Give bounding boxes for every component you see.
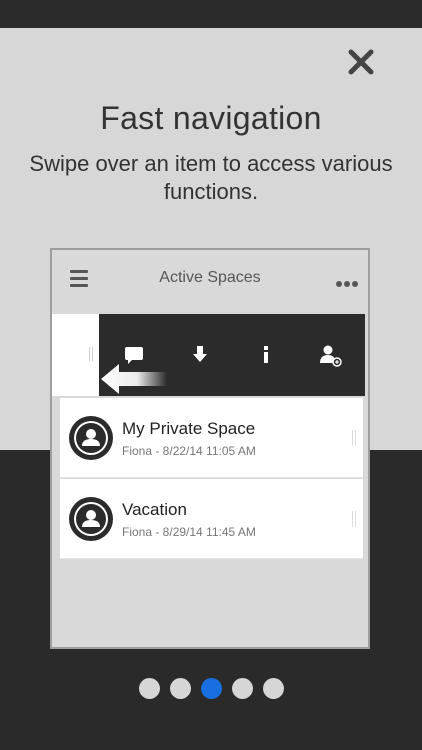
page-dot-active[interactable] (200, 678, 222, 699)
drag-handle-icon (352, 511, 358, 527)
drag-handle-icon (89, 347, 95, 361)
page-indicator (0, 678, 422, 699)
page-dot[interactable] (138, 678, 160, 699)
list-item[interactable]: My Private Space Fiona - 8/22/14 11:05 A… (60, 398, 363, 478)
page-dot[interactable] (169, 678, 191, 699)
phone-preview: Active Spaces My Private Space Fiona - 8… (50, 248, 370, 649)
phone-title: Active Spaces (159, 269, 261, 286)
download-icon[interactable] (185, 340, 215, 370)
swiped-list-item[interactable] (52, 314, 368, 396)
close-icon (348, 49, 374, 75)
item-meta: Fiona - 8/29/14 11:45 AM (122, 525, 256, 539)
item-title: My Private Space (122, 419, 256, 438)
avatar-icon (68, 496, 114, 542)
drag-handle-icon (352, 430, 358, 446)
status-bar-band (0, 0, 422, 28)
swiped-item-remainder (52, 314, 99, 396)
phone-header: Active Spaces (52, 250, 368, 314)
close-button[interactable] (343, 44, 379, 80)
onboarding-title: Fast navigation (100, 100, 322, 136)
page-dot[interactable] (262, 678, 284, 699)
list-item[interactable]: Vacation Fiona - 8/29/14 11:45 AM (60, 479, 363, 559)
add-user-icon[interactable] (315, 340, 345, 370)
swipe-left-arrow-icon (101, 362, 167, 396)
item-title: Vacation (122, 500, 187, 519)
item-meta: Fiona - 8/22/14 11:05 AM (122, 444, 256, 458)
page-dot[interactable] (231, 678, 253, 699)
more-dots-icon[interactable] (336, 274, 362, 287)
avatar-icon (68, 415, 114, 461)
onboarding-subtitle: Swipe over an item to access various fun… (29, 151, 393, 204)
info-icon[interactable] (251, 340, 281, 370)
